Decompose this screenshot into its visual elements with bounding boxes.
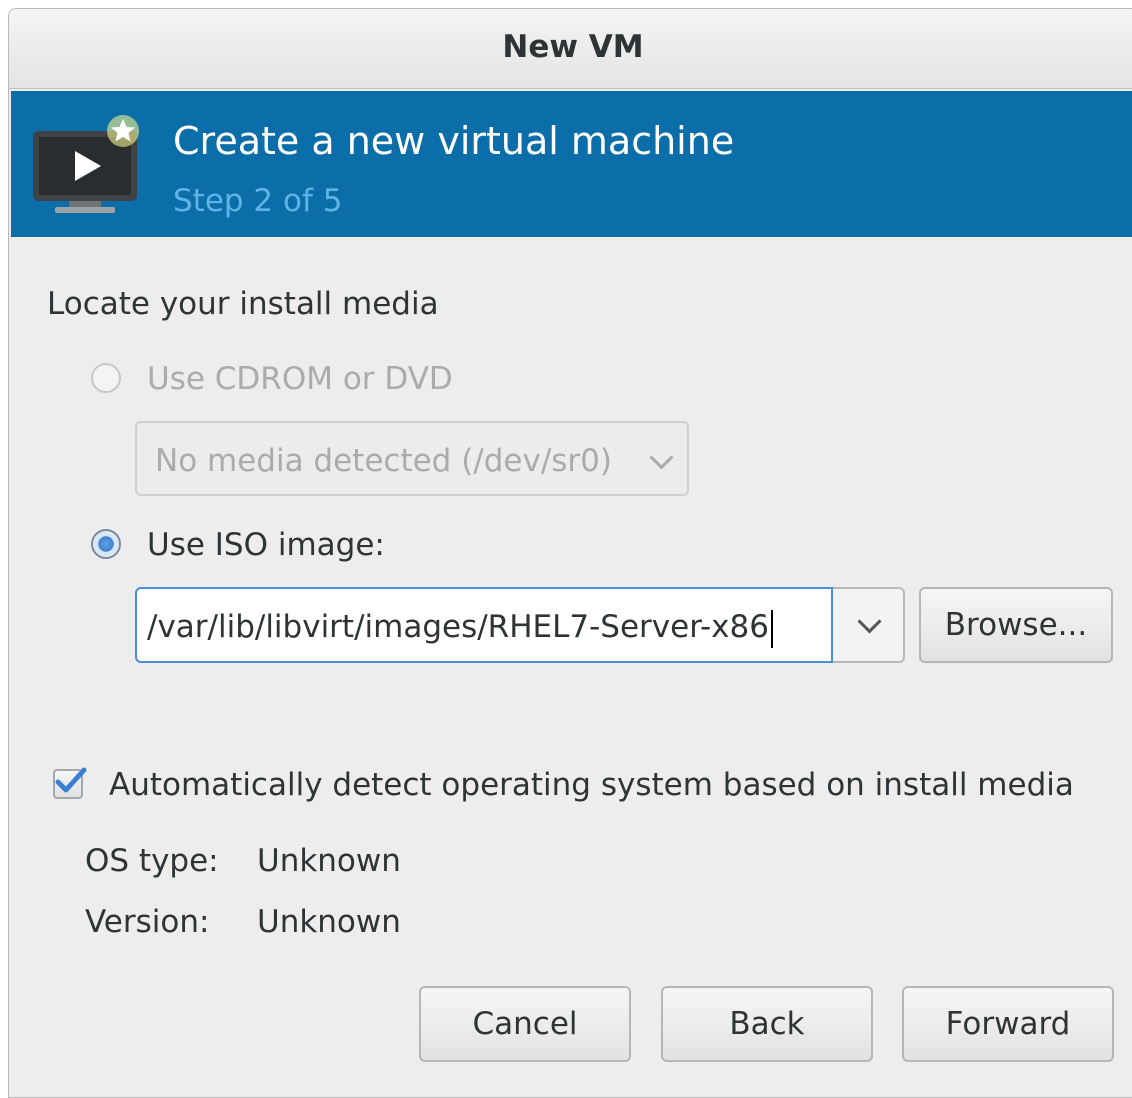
- os-type-label: OS type:: [85, 843, 219, 879]
- iso-path-text: /var/lib/libvirt/images/RHEL7-Server-x86: [147, 609, 769, 645]
- window-title: New VM: [502, 29, 644, 65]
- cdrom-device-value: No media detected (/dev/sr0): [155, 443, 612, 479]
- cdrom-device-select[interactable]: No media detected (/dev/sr0): [135, 421, 689, 496]
- banner-step: Step 2 of 5: [173, 183, 343, 219]
- cancel-button[interactable]: Cancel: [419, 986, 631, 1062]
- iso-radio-label: Use ISO image:: [147, 527, 385, 563]
- text-cursor: [770, 609, 773, 648]
- iso-path-combo[interactable]: /var/lib/libvirt/images/RHEL7-Server-x86: [135, 587, 905, 663]
- title-bar[interactable]: New VM: [9, 9, 1132, 89]
- cdrom-radio[interactable]: [91, 363, 121, 393]
- auto-detect-label: Automatically detect operating system ba…: [109, 767, 1074, 803]
- checkmark-icon: [55, 767, 87, 793]
- os-type-value: Unknown: [257, 843, 401, 879]
- monitor-play-new-icon: [31, 115, 146, 220]
- wizard-banner: Create a new virtual machine Step 2 of 5: [11, 91, 1132, 237]
- forward-button[interactable]: Forward: [902, 986, 1114, 1062]
- chevron-down-icon[interactable]: [857, 609, 882, 634]
- browse-button[interactable]: Browse...: [919, 587, 1113, 663]
- new-vm-window: New VM Create a new virtual machine Step…: [8, 8, 1132, 1098]
- back-button[interactable]: Back: [661, 986, 873, 1062]
- version-label: Version:: [85, 904, 210, 940]
- install-media-heading: Locate your install media: [47, 286, 439, 322]
- iso-path-input[interactable]: /var/lib/libvirt/images/RHEL7-Server-x86: [135, 587, 833, 663]
- version-value: Unknown: [257, 904, 401, 940]
- iso-radio[interactable]: [91, 529, 121, 559]
- chevron-down-icon: [649, 445, 674, 470]
- banner-title: Create a new virtual machine: [173, 119, 735, 163]
- auto-detect-checkbox[interactable]: [53, 767, 87, 799]
- cdrom-radio-label: Use CDROM or DVD: [147, 361, 453, 397]
